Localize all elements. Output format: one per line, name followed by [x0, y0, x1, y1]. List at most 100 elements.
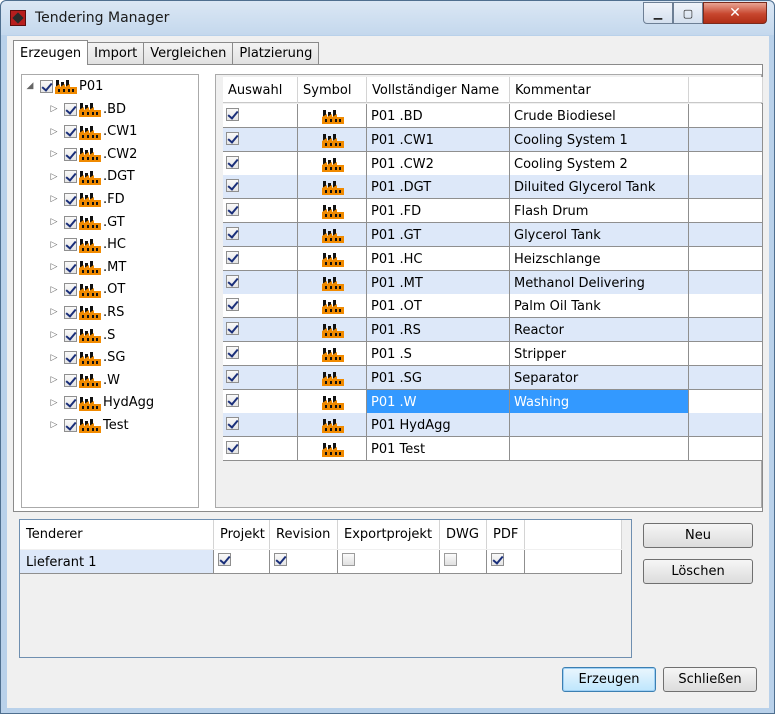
cell-name[interactable]: P01 .SG — [367, 365, 510, 390]
tree-item[interactable]: ▷ HydAgg — [48, 392, 154, 414]
maximize-button[interactable]: ▢ — [673, 2, 703, 24]
table-row[interactable]: P01 .FD Flash Drum — [223, 199, 763, 224]
table-row[interactable]: P01 .SG Separator — [223, 365, 763, 390]
selection-grid[interactable]: Auswahl Symbol Vollständiger Name Kommentar… — [223, 77, 763, 463]
cell-auswahl[interactable] — [223, 437, 298, 462]
table-row[interactable]: P01 .CW2 Cooling System 2 — [223, 151, 763, 176]
cell-extra[interactable] — [689, 437, 763, 462]
cell-name[interactable]: P01 .GT — [367, 223, 510, 247]
table-row[interactable]: P01 .HC Heizschlange — [223, 246, 763, 271]
tree-item[interactable]: ▷ .HC — [48, 234, 126, 256]
cell-auswahl[interactable] — [223, 270, 298, 295]
cell-name[interactable]: P01 .CW1 — [367, 127, 510, 152]
table-row[interactable]: P01 .CW1 Cooling System 1 — [223, 127, 763, 152]
pdf-checkbox[interactable] — [491, 553, 504, 566]
cell-auswahl[interactable] — [223, 342, 298, 366]
expand-icon[interactable]: ▷ — [48, 285, 60, 295]
projekt-checkbox[interactable] — [218, 553, 231, 566]
column-header-name[interactable]: Vollständiger Name — [367, 77, 510, 103]
expand-icon[interactable]: ▷ — [48, 330, 60, 340]
cell-extra[interactable] — [689, 104, 763, 128]
cell-symbol[interactable] — [298, 270, 367, 295]
table-row[interactable]: P01 .MT Methanol Delivering — [223, 270, 763, 295]
cell-extra[interactable] — [689, 294, 763, 319]
tree-root[interactable]: ◢ P01 — [24, 75, 103, 97]
cell-kommentar[interactable]: Methanol Delivering — [510, 270, 689, 295]
table-row[interactable]: P01 .BD Crude Biodiesel — [223, 104, 763, 128]
cell-kommentar[interactable]: Separator — [510, 365, 689, 390]
exportprojekt-checkbox[interactable] — [342, 553, 355, 566]
row-select-checkbox[interactable] — [226, 298, 239, 312]
cell-symbol[interactable] — [298, 104, 367, 128]
titlebar[interactable]: Tendering Manager ▁ ▢ ✕ — [1, 1, 774, 35]
cell-auswahl[interactable] — [223, 413, 298, 438]
column-header-projekt[interactable]: Projekt — [214, 520, 270, 549]
tree-checkbox[interactable] — [64, 418, 77, 432]
cell-kommentar[interactable]: Washing — [510, 389, 689, 414]
cell-name[interactable]: P01 .DGT — [367, 175, 510, 200]
table-row[interactable]: P01 .OT Palm Oil Tank — [223, 294, 763, 319]
tab-erzeugen[interactable]: Erzeugen — [13, 40, 89, 65]
table-row[interactable]: P01 .RS Reactor — [223, 318, 763, 343]
row-select-checkbox[interactable] — [226, 441, 239, 455]
row-select-checkbox[interactable] — [226, 393, 239, 407]
row-select-checkbox[interactable] — [226, 369, 239, 383]
cell-kommentar[interactable]: Reactor — [510, 318, 689, 343]
cell-auswahl[interactable] — [223, 318, 298, 343]
expand-icon[interactable]: ▷ — [48, 172, 60, 182]
cell-name[interactable]: P01 .BD — [367, 104, 510, 128]
expand-icon[interactable]: ▷ — [48, 240, 60, 250]
tab-platzierung[interactable]: Platzierung — [232, 42, 320, 64]
cell-name[interactable]: P01 .CW2 — [367, 151, 510, 176]
cell-auswahl[interactable] — [223, 223, 298, 247]
row-select-checkbox[interactable] — [226, 203, 239, 217]
tree-item[interactable]: ▷ .BD — [48, 98, 126, 120]
cell-symbol[interactable] — [298, 389, 367, 414]
column-header-pdf[interactable]: PDF — [487, 520, 525, 549]
tree-item[interactable]: ▷ .W — [48, 369, 120, 391]
row-select-checkbox[interactable] — [226, 108, 239, 121]
dwg-checkbox[interactable] — [444, 553, 457, 566]
table-row[interactable]: P01 .W Washing — [223, 389, 763, 414]
column-header-extra[interactable] — [689, 77, 763, 103]
column-header-revision[interactable]: Revision — [270, 520, 338, 549]
cell-tenderer[interactable]: Lieferant 1 — [20, 550, 214, 574]
cell-extra[interactable] — [689, 389, 763, 414]
tab-import[interactable]: Import — [87, 42, 145, 64]
tree-checkbox[interactable] — [64, 328, 77, 342]
cell-kommentar[interactable]: Cooling System 1 — [510, 127, 689, 152]
cell-extra[interactable] — [689, 342, 763, 366]
column-header-auswahl[interactable]: Auswahl — [223, 77, 298, 103]
minimize-button[interactable]: ▁ — [643, 2, 673, 24]
column-header-tenderer[interactable]: Tenderer — [20, 520, 214, 549]
tenderer-grid[interactable]: Tenderer Projekt Revision Exportprojekt DWG P… — [19, 519, 632, 658]
table-row[interactable]: P01 HydAgg — [223, 413, 763, 438]
cell-auswahl[interactable] — [223, 104, 298, 128]
cell-extra[interactable] — [689, 246, 763, 271]
row-select-checkbox[interactable] — [226, 227, 239, 240]
cell-symbol[interactable] — [298, 413, 367, 438]
cell-symbol[interactable] — [298, 223, 367, 247]
cell-symbol[interactable] — [298, 127, 367, 152]
tree-checkbox[interactable] — [64, 192, 77, 206]
tree-checkbox[interactable] — [64, 102, 77, 116]
revision-checkbox[interactable] — [274, 553, 287, 566]
cell-extra[interactable] — [689, 413, 763, 438]
cell-extra[interactable] — [689, 127, 763, 152]
cell-kommentar[interactable]: Crude Biodiesel — [510, 104, 689, 128]
cell-symbol[interactable] — [298, 318, 367, 343]
loeschen-button[interactable]: Löschen — [643, 559, 753, 584]
cell-symbol[interactable] — [298, 342, 367, 366]
row-select-checkbox[interactable] — [226, 322, 239, 336]
table-row[interactable]: P01 .DGT Diluited Glycerol Tank — [223, 175, 763, 200]
tree-checkbox[interactable] — [64, 283, 77, 297]
column-header-extra[interactable] — [525, 520, 622, 549]
cell-auswahl[interactable] — [223, 175, 298, 200]
expand-icon[interactable]: ▷ — [48, 420, 60, 430]
cell-auswahl[interactable] — [223, 389, 298, 414]
tree-item[interactable]: ▷ .FD — [48, 188, 125, 210]
tree-checkbox[interactable] — [64, 373, 77, 387]
tree-item[interactable]: ▷ .S — [48, 324, 115, 346]
tree-item[interactable]: ▷ .CW1 — [48, 121, 137, 143]
expand-icon[interactable]: ▷ — [48, 127, 60, 137]
